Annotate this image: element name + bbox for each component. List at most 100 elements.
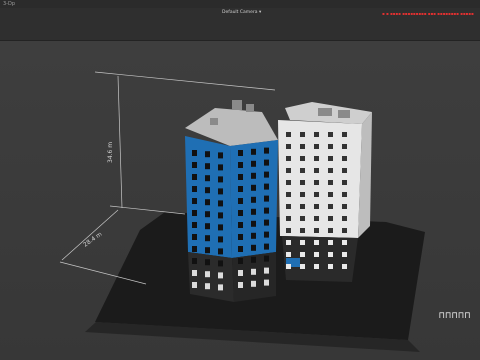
- window: [238, 258, 243, 264]
- window: [192, 282, 197, 288]
- window: [238, 174, 243, 180]
- window: [218, 236, 223, 243]
- window: [342, 132, 347, 137]
- viewcube-glyphs: ⊓⊓⊓⊓⊓: [439, 311, 472, 321]
- window: [251, 208, 256, 215]
- window: [264, 147, 269, 154]
- viewer-toolbar: Default Camera ▾ ▪ ▪ ▪▪▪▪ ▪▪▪▪▪▪▪▪▪ ▪▪▪ …: [0, 8, 480, 41]
- window: [286, 216, 291, 221]
- window: [328, 264, 333, 269]
- window: [328, 216, 333, 221]
- window: [314, 156, 319, 161]
- window: [300, 252, 305, 257]
- window: [251, 256, 256, 263]
- camera-selector[interactable]: Default Camera ▾: [222, 10, 261, 16]
- window: [314, 192, 319, 197]
- window: [300, 240, 305, 245]
- window: [342, 240, 347, 245]
- 3d-viewport[interactable]: 34.6 m 28.4 m ⊓⊓⊓⊓⊓: [0, 41, 480, 360]
- window: [314, 228, 319, 233]
- window: [264, 207, 269, 214]
- window: [342, 192, 347, 197]
- window: [286, 192, 291, 197]
- window: [264, 183, 269, 190]
- window: [251, 280, 256, 287]
- window: [238, 270, 243, 276]
- window: [300, 180, 305, 185]
- window: [264, 243, 269, 250]
- window: [314, 144, 319, 149]
- window: [314, 264, 319, 269]
- window: [342, 156, 347, 161]
- window: [300, 216, 305, 221]
- window: [342, 228, 347, 233]
- window: [300, 168, 305, 173]
- window: [314, 168, 319, 173]
- window: [342, 216, 347, 221]
- window: [205, 199, 210, 206]
- window: [205, 151, 210, 158]
- window: [218, 284, 223, 291]
- window: [251, 196, 256, 203]
- window: [192, 198, 197, 204]
- height-dimension-label: 34.6 m: [107, 142, 114, 163]
- window: [328, 192, 333, 197]
- window: [205, 247, 210, 254]
- window: [192, 174, 197, 180]
- window: [328, 156, 333, 161]
- window: [238, 198, 243, 204]
- window: [328, 144, 333, 149]
- window: [192, 186, 197, 192]
- window: [286, 144, 291, 149]
- window: [238, 222, 243, 228]
- window: [251, 220, 256, 227]
- window: [205, 223, 210, 230]
- window: [218, 152, 223, 159]
- window: [328, 168, 333, 173]
- window: [192, 150, 197, 156]
- window: [238, 162, 243, 168]
- window: [218, 224, 223, 231]
- window: [264, 255, 269, 262]
- window: [238, 246, 243, 252]
- window-title: 3-Dp: [3, 1, 16, 7]
- window: [205, 283, 210, 290]
- window: [300, 156, 305, 161]
- window: [300, 204, 305, 209]
- window: [328, 204, 333, 209]
- window: [300, 144, 305, 149]
- window: [238, 186, 243, 192]
- window: [286, 156, 291, 161]
- window: [218, 260, 223, 267]
- window: [328, 228, 333, 233]
- window: [238, 282, 243, 288]
- window: [192, 162, 197, 168]
- window: [205, 235, 210, 242]
- window: [218, 200, 223, 207]
- window: [286, 252, 291, 257]
- window: [205, 259, 210, 266]
- window: [205, 271, 210, 278]
- window: [264, 279, 269, 286]
- window: [264, 159, 269, 166]
- window: [314, 216, 319, 221]
- window: [328, 240, 333, 245]
- window: [218, 248, 223, 255]
- window: [238, 234, 243, 240]
- window: [192, 270, 197, 276]
- window: [238, 210, 243, 216]
- window: [192, 222, 197, 228]
- window: [300, 192, 305, 197]
- window: [192, 234, 197, 240]
- window: [342, 180, 347, 185]
- window: [300, 228, 305, 233]
- window: [205, 211, 210, 218]
- window: [264, 171, 269, 178]
- window: [264, 231, 269, 238]
- window: [328, 252, 333, 257]
- window: [328, 180, 333, 185]
- window: [314, 132, 319, 137]
- window: [342, 264, 347, 269]
- window: [264, 219, 269, 226]
- window: [300, 132, 305, 137]
